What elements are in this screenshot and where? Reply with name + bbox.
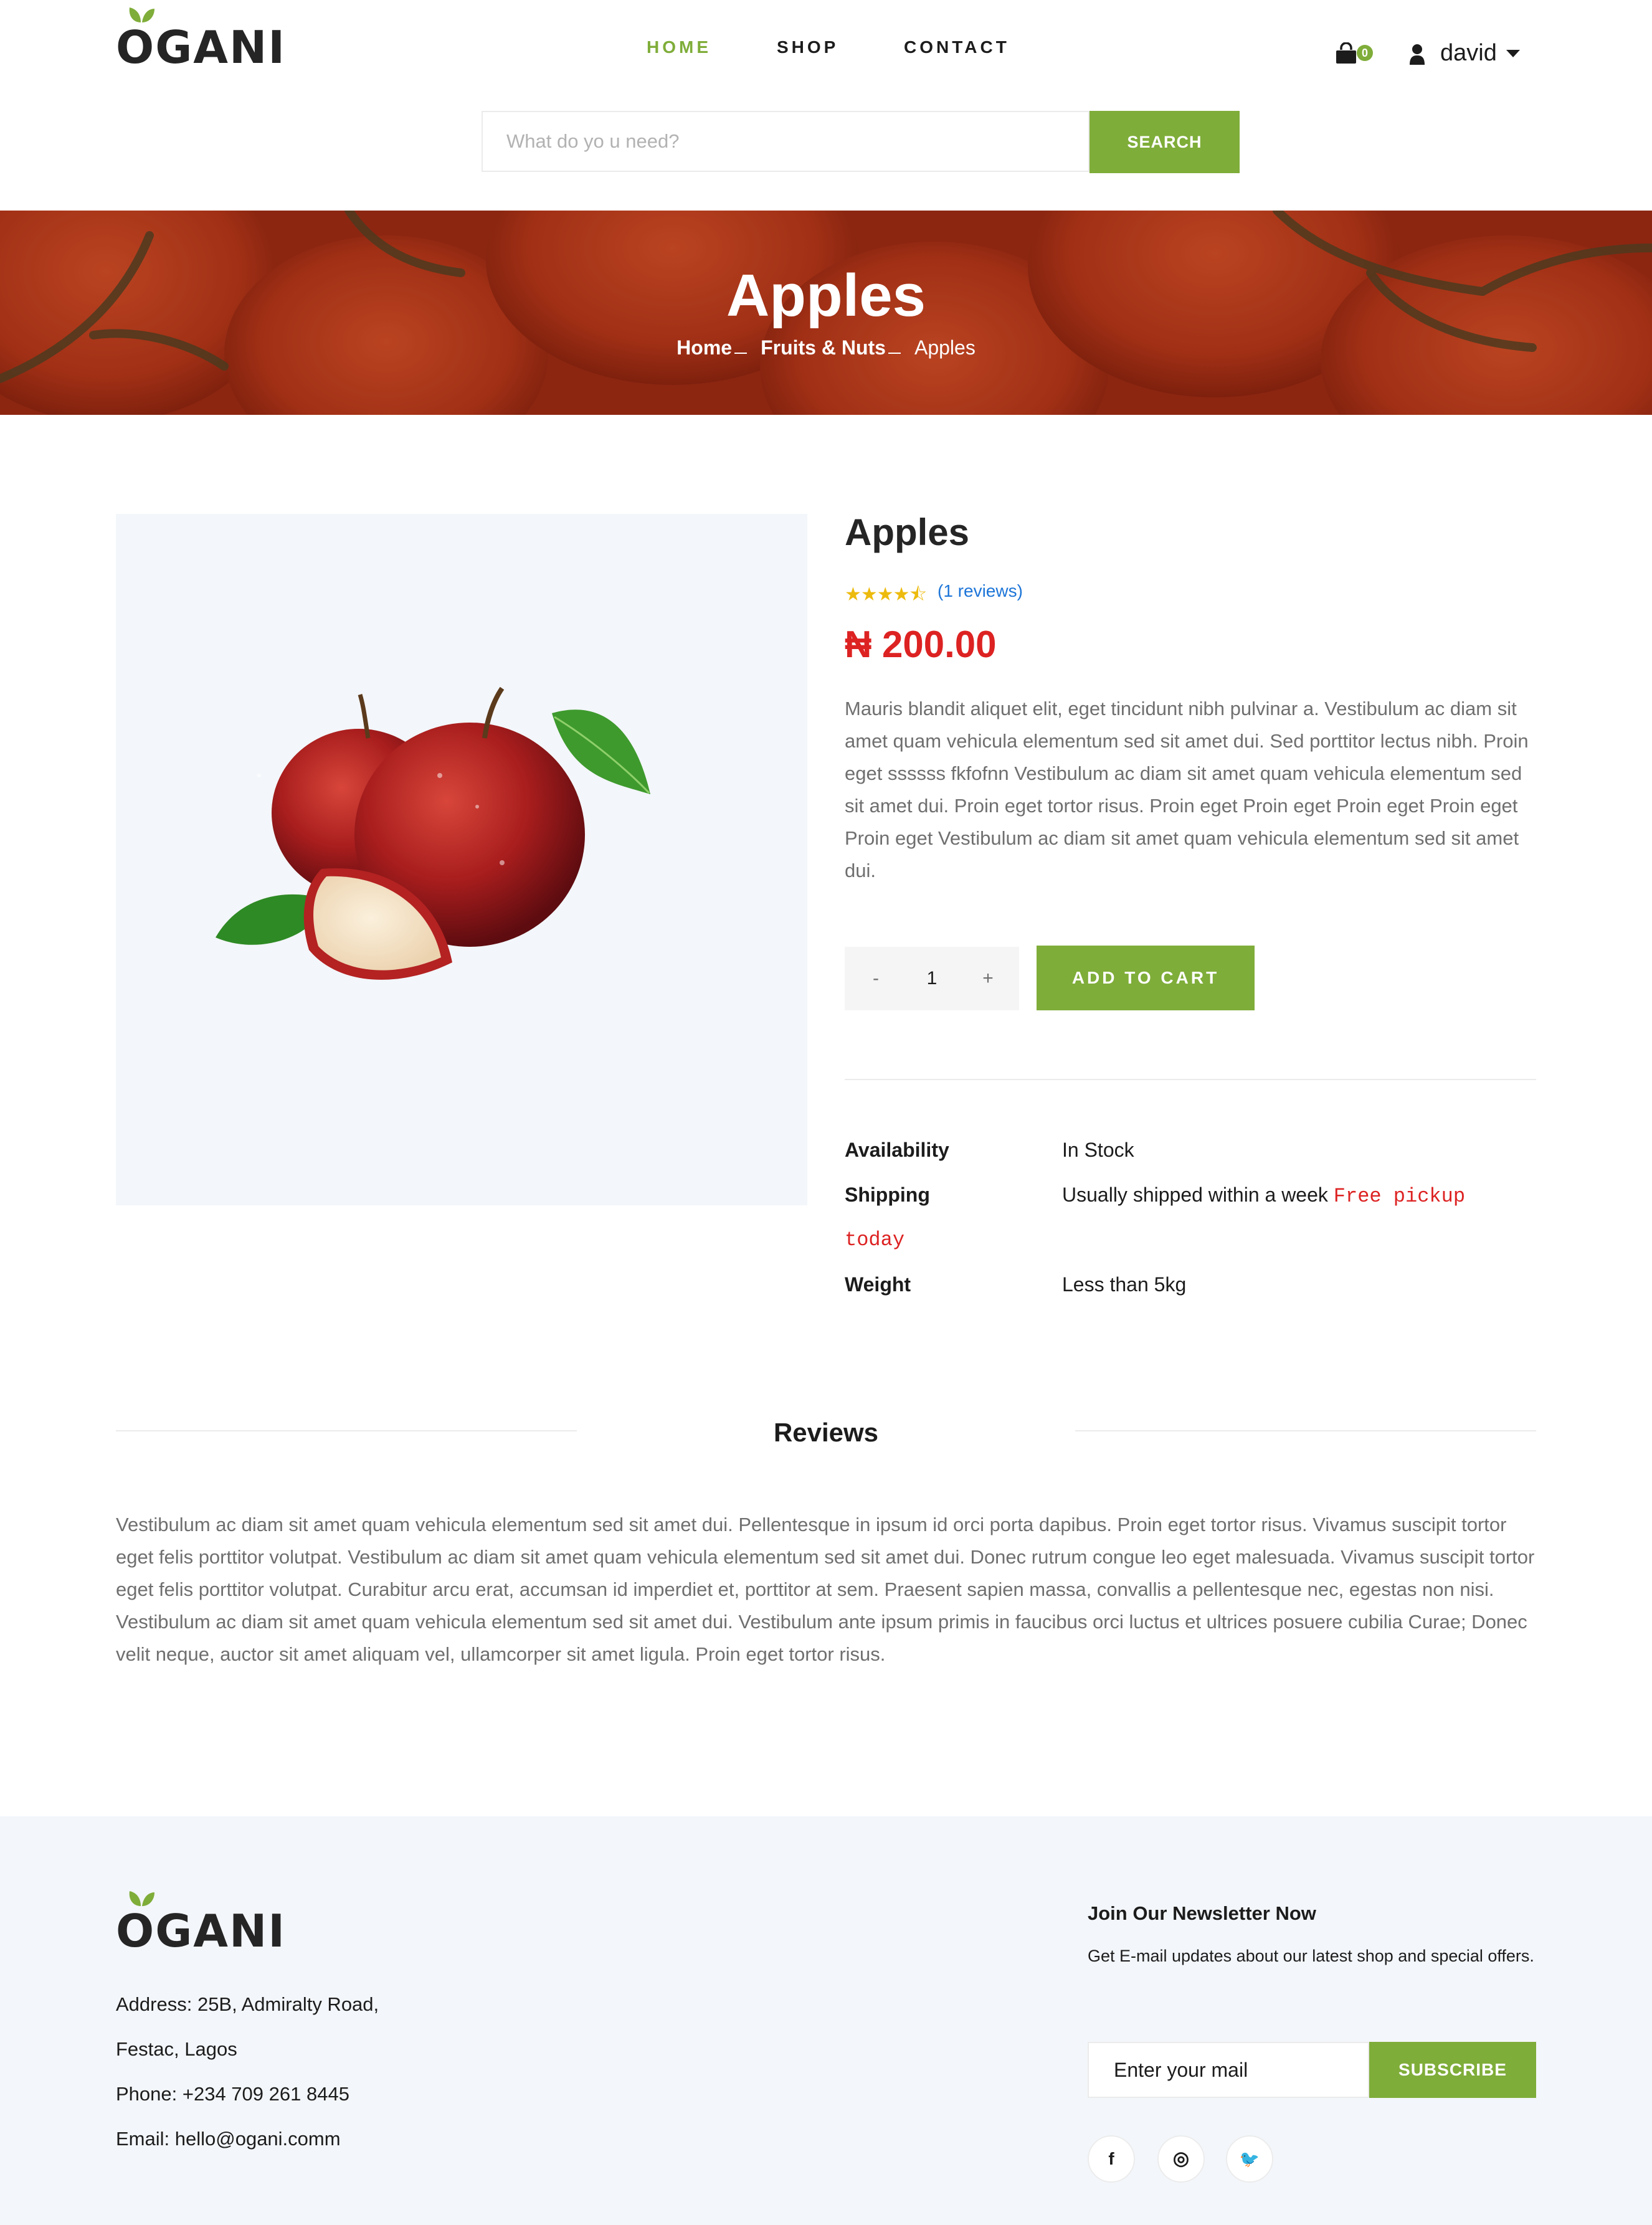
logo-text: OGANI (116, 1905, 287, 1957)
nav-contact[interactable]: CONTACT (904, 37, 1010, 57)
leaf-icon (129, 7, 154, 22)
reviews-count-link[interactable]: (1 reviews) (938, 581, 1023, 601)
breadcrumb-home[interactable]: Home (676, 336, 732, 359)
shipping-value-line: Usually shipped within a week Free picku… (1062, 1184, 1465, 1208)
shipping-note-continued: today (845, 1228, 905, 1251)
shipping-value: Usually shipped within a week (1062, 1184, 1328, 1206)
instagram-icon[interactable]: ◎ (1157, 2135, 1205, 2183)
footer-address-line-1: Address: 25B, Admiralty Road, (116, 1993, 379, 2015)
search-input[interactable] (483, 112, 1088, 171)
search-box (482, 111, 1089, 172)
breadcrumb-category[interactable]: Fruits & Nuts (761, 336, 886, 359)
quantity-stepper: - 1 + (845, 947, 1019, 1010)
footer-phone: Phone: +234 709 261 8445 (116, 2083, 349, 2105)
decrease-quantity-button[interactable]: - (857, 947, 895, 1010)
breadcrumb-separator (734, 352, 748, 354)
logo-text: OGANI (116, 21, 287, 74)
availability-value: In Stock (1062, 1139, 1134, 1161)
shipping-label: Shipping (845, 1184, 930, 1206)
footer (0, 1816, 1652, 2225)
search-button[interactable]: SEARCH (1089, 111, 1240, 173)
divider (845, 1079, 1536, 1080)
product-description: Mauris blandit aliquet elit, eget tincid… (845, 698, 1529, 881)
availability-label: Availability (845, 1139, 949, 1161)
weight-label: Weight (845, 1273, 911, 1296)
subscribe-button[interactable]: SUBSCRIBE (1369, 2042, 1536, 2098)
breadcrumb-separator (888, 352, 901, 354)
reviews-text: Vestibulum ac diam sit amet quam vehicul… (116, 1514, 1535, 1665)
add-to-cart-button[interactable]: ADD TO CART (1037, 946, 1255, 1010)
apples-image (216, 686, 650, 980)
facebook-icon[interactable]: f (1088, 2135, 1135, 2183)
logo-mark: OGANI (116, 7, 287, 74)
product-price: ₦ 200.00 (845, 624, 997, 665)
banner-title: Apples (726, 262, 926, 329)
product-title: Apples (845, 511, 970, 553)
quantity-value[interactable]: 1 (913, 947, 951, 1010)
shipping-note: Free pickup (1333, 1185, 1466, 1208)
shopping-bag-icon[interactable] (1335, 42, 1357, 65)
reviews-title: Reviews (773, 1418, 879, 1447)
leaf-icon (129, 1891, 154, 1906)
logo-mark: OGANI (116, 1891, 287, 1957)
weight-value: Less than 5kg (1062, 1273, 1187, 1296)
rating-stars: ★★★★⯪ (845, 584, 927, 605)
user-icon[interactable] (1409, 44, 1425, 65)
breadcrumb: Home Fruits & Nuts Apples (0, 336, 1652, 359)
newsletter-box (1088, 2042, 1369, 2098)
user-menu-name[interactable]: david (1440, 40, 1497, 67)
increase-quantity-button[interactable]: + (969, 947, 1007, 1010)
nav-home[interactable]: HOME (647, 37, 711, 57)
footer-logo[interactable]: OGANI (116, 1891, 287, 1957)
newsletter-title: Join Our Newsletter Now (1088, 1902, 1316, 1924)
footer-email: Email: hello@ogani.comm (116, 2128, 341, 2150)
newsletter-email-input[interactable] (1089, 2043, 1368, 2097)
newsletter-text: Get E-mail updates about our latest shop… (1088, 1947, 1534, 1965)
chevron-down-icon[interactable] (1506, 50, 1520, 57)
product-image (116, 514, 807, 1205)
twitter-icon[interactable]: 🐦 (1226, 2135, 1273, 2183)
breadcrumb-current: Apples (914, 336, 976, 359)
header-logo[interactable]: OGANI (116, 7, 287, 74)
cart-count-badge: 0 (1357, 45, 1373, 61)
nav-shop[interactable]: SHOP (777, 37, 838, 57)
footer-address-line-2: Festac, Lagos (116, 2038, 237, 2060)
